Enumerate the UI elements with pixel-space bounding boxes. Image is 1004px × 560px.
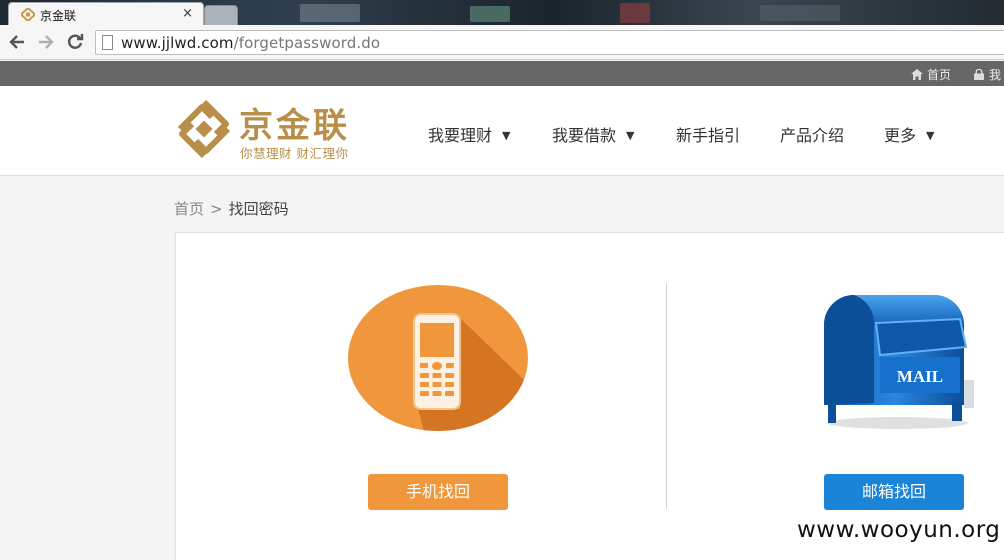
tab-close-icon[interactable]: × [182,6,193,21]
browser-tab-inactive[interactable] [204,5,238,25]
nav-borrow-label: 我要借款 [552,126,617,145]
nav-borrow[interactable]: 我要借款 ▼ [552,122,634,146]
top-home-label: 首页 [927,68,952,82]
watermark-text: www.wooyun.org [797,517,1001,543]
email-recover-button[interactable]: 邮箱找回 [824,474,964,510]
breadcrumb-current: 找回密码 [228,200,289,218]
brand-name: 京金联 [239,106,350,146]
phone-recover-button[interactable]: 手机找回 [368,474,508,510]
home-icon [911,69,923,80]
top-account-label: 我 [989,68,1002,82]
reload-icon[interactable] [64,31,86,53]
url-path: /forgetpassword.do [233,34,381,52]
background-blur [620,3,650,23]
brand-logo-icon[interactable] [176,98,232,160]
tab-title: 京金联 [40,9,77,23]
address-url: www.jjlwd.com/forgetpassword.do [121,34,380,52]
lock-icon [974,69,984,80]
background-blur [470,6,510,22]
forward-arrow-icon[interactable] [35,31,57,53]
url-host: www.jjlwd.com [121,34,234,52]
address-bar[interactable]: www.jjlwd.com/forgetpassword.do [95,30,1004,55]
nav-more-label: 更多 [884,126,917,145]
top-account-link[interactable]: 我 [973,66,1001,83]
password-recovery-panel: MAIL 手机找回 邮箱找回 [175,232,1004,560]
browser-tab-strip: 京金联 × [0,0,1004,25]
browser-toolbar: www.jjlwd.com/forgetpassword.do [0,25,1004,60]
caret-down-icon: ▼ [502,129,511,142]
mailbox-icon: MAIL [824,295,974,429]
caret-down-icon: ▼ [926,129,935,142]
mailbox-label: MAIL [897,367,943,386]
breadcrumb-home-link[interactable]: 首页 [174,200,204,218]
nav-products[interactable]: 产品介绍 [780,122,844,146]
brand-favicon-icon [21,8,35,21]
nav-guide-label: 新手指引 [676,126,741,145]
page-icon [102,35,113,50]
breadcrumb: 首页 > 找回密码 [174,198,289,219]
background-blur [760,5,840,21]
brand-slogan: 你慧理财 财汇理你 [240,146,349,161]
background-blur [300,4,360,22]
back-arrow-icon[interactable] [6,31,28,53]
site-top-bar: 首页 我 [0,61,1004,86]
caret-down-icon: ▼ [626,129,635,142]
top-home-link[interactable]: 首页 [911,66,951,83]
site-header: 京金联 你慧理财 财汇理你 我要理财 ▼ 我要借款 ▼ 新手指引 产品介绍 更多 ▼ [0,86,1004,176]
breadcrumb-separator: > [210,200,223,218]
nav-invest-label: 我要理财 [428,126,493,145]
nav-products-label: 产品介绍 [780,126,845,145]
mobile-phone-icon [348,285,528,431]
panel-divider [666,283,667,509]
nav-guide[interactable]: 新手指引 [676,122,740,146]
browser-tab-active[interactable]: 京金联 × [8,2,204,25]
nav-invest[interactable]: 我要理财 ▼ [428,122,510,146]
nav-more[interactable]: 更多 ▼ [884,122,934,146]
